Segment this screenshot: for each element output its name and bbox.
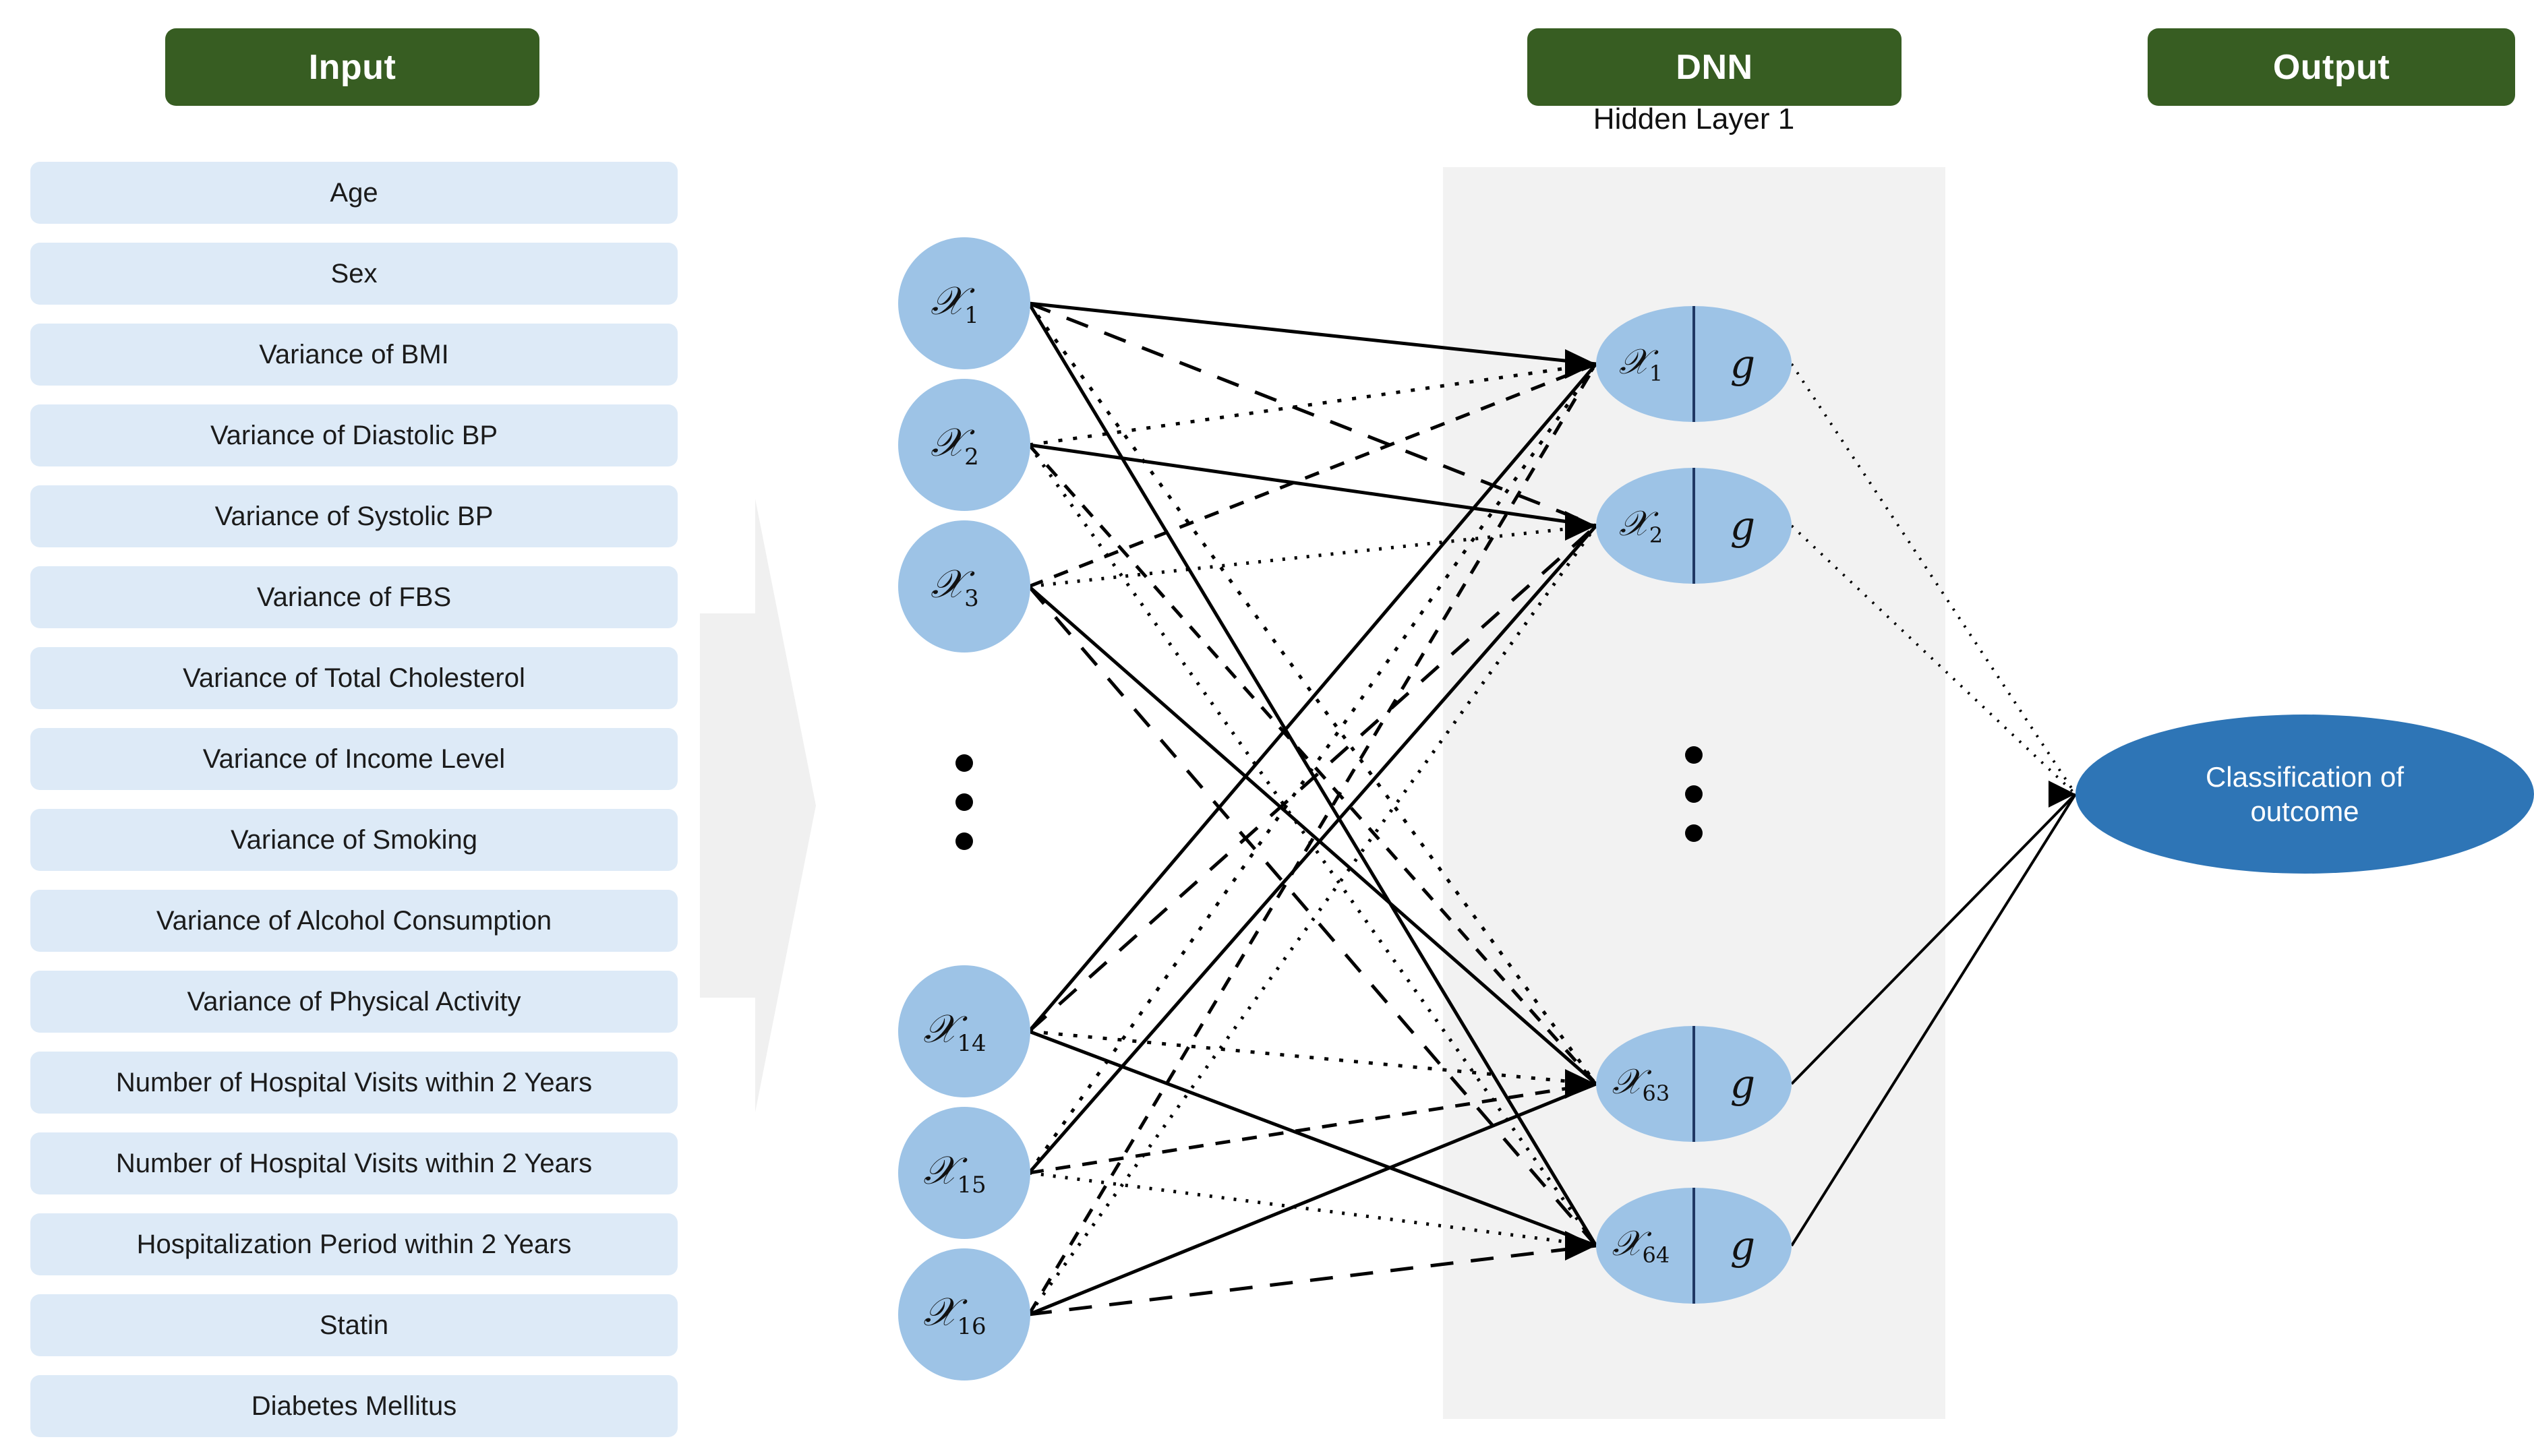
input-node — [898, 1248, 1030, 1381]
ellipsis-dot — [1685, 785, 1703, 803]
hidden-layer-title: Hidden Layer 1 — [1593, 102, 1795, 135]
output-edge-arrowhead — [2049, 781, 2075, 808]
ellipsis-dot — [1685, 746, 1703, 764]
neural-network-diagram — [898, 167, 2534, 1419]
input-node — [898, 520, 1030, 653]
ellipsis-dot — [955, 832, 973, 850]
hidden-layer-ellipsis — [1685, 746, 1703, 842]
output-node — [2075, 715, 2534, 874]
input-node — [898, 1107, 1030, 1239]
input-node — [898, 965, 1030, 1097]
input-node — [898, 237, 1030, 369]
input-node — [898, 379, 1030, 511]
ellipsis-dot — [955, 754, 973, 772]
ellipsis-dot — [1685, 824, 1703, 842]
input-layer-ellipsis — [955, 754, 973, 850]
ellipsis-dot — [955, 793, 973, 811]
